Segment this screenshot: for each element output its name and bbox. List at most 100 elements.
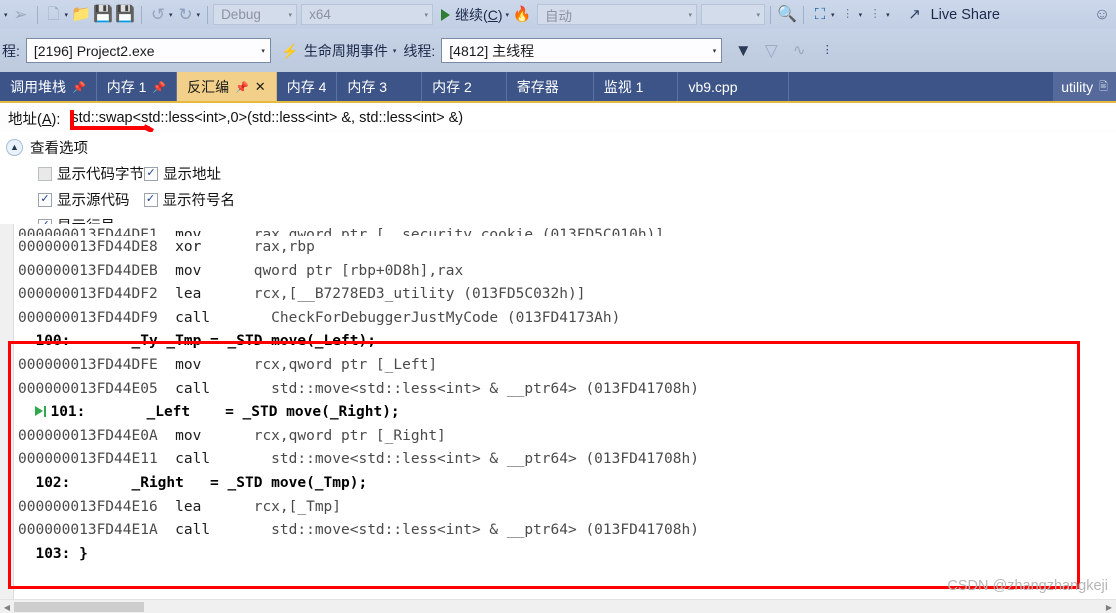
- search-folder-icon[interactable]: 🔍: [777, 4, 797, 26]
- scroll-left-arrow-icon[interactable]: ◀: [1, 602, 13, 612]
- checkbox-checked-icon[interactable]: ✓: [144, 166, 158, 181]
- redo-icon[interactable]: ↻: [176, 4, 196, 26]
- source-line[interactable]: 101: _Left = _STD move(_Right);: [14, 401, 1116, 425]
- tabstrip-underline: [0, 101, 1116, 103]
- save-all-icon[interactable]: 💾: [115, 4, 135, 26]
- new-item-caret-icon[interactable]: ▾: [65, 11, 69, 19]
- debug-target-combo[interactable]: 自动 ▾: [537, 4, 698, 25]
- source-line[interactable]: 102: _Right = _STD move(_Tmp);: [14, 472, 1116, 496]
- instruction-line[interactable]: 000000013FD44E0A mov rcx,qword ptr [_Rig…: [14, 425, 1116, 449]
- view-options-title: 查看选项: [30, 141, 88, 157]
- nav-back-caret-icon[interactable]: ▾: [4, 11, 8, 19]
- instruction-line[interactable]: 000000013FD44DE1 mov rax,qword ptr [__se…: [14, 224, 1116, 236]
- view-options-row-2: ✓ 显示源代码 ✓ 显示符号名: [0, 189, 1116, 210]
- window-layout-icon[interactable]: ⛶: [810, 4, 830, 26]
- instruction-line[interactable]: 000000013FD44E1A call std::move<std::les…: [14, 519, 1116, 543]
- disassembly-view[interactable]: 000000013FD44DE1 mov rax,qword ptr [__se…: [0, 224, 1116, 599]
- solution-platform-combo[interactable]: x64 ▾: [301, 4, 434, 25]
- tab-call-stack[interactable]: 调用堆栈 📌: [0, 72, 97, 102]
- process-combo[interactable]: [2196] Project2.exe ▾: [25, 38, 271, 63]
- continue-play-icon[interactable]: [441, 8, 451, 21]
- tab-memory-1[interactable]: 内存 1 📌: [97, 72, 178, 102]
- thread-combo[interactable]: [4812] 主线程 ▾: [441, 38, 723, 63]
- filter-icon[interactable]: ▼: [733, 40, 753, 62]
- breakpoint-gutter[interactable]: [0, 224, 14, 599]
- instruction-line[interactable]: 000000013FD44E11 call std::move<std::les…: [14, 448, 1116, 472]
- dock-icon[interactable]: ⋮: [838, 4, 858, 26]
- tab-watch-1[interactable]: 监视 1: [594, 72, 679, 102]
- address-input[interactable]: std::swap<std::less<int>,0>(std::less<in…: [66, 106, 1116, 130]
- pin-icon[interactable]: 📌: [72, 81, 86, 94]
- dock-caret-icon[interactable]: ▾: [859, 11, 863, 19]
- instruction-operands: rcx,[_Tmp]: [253, 498, 342, 515]
- checkbox-checked-icon[interactable]: ✓: [143, 192, 158, 207]
- flatten-view-icon[interactable]: ∿: [789, 40, 809, 62]
- filter-clear-icon[interactable]: ▽: [761, 40, 781, 62]
- lifecycle-events-label[interactable]: 生命周期事件: [304, 41, 388, 61]
- document-icon[interactable]: 🖹: [1099, 78, 1108, 97]
- layout-caret-icon[interactable]: ▾: [831, 11, 835, 19]
- continue-button[interactable]: 继续(C): [455, 5, 502, 25]
- address-label-prefix: 地址(: [8, 111, 42, 128]
- source-line[interactable]: 103: }: [14, 543, 1116, 567]
- nav-forward-icon[interactable]: ➢: [11, 4, 31, 26]
- redo-caret-icon[interactable]: ▾: [197, 11, 201, 19]
- scrollbar-thumb[interactable]: [14, 602, 144, 612]
- live-share-button[interactable]: Live Share: [931, 7, 1000, 23]
- chevron-up-icon[interactable]: ▲: [6, 139, 23, 156]
- lifecycle-caret-icon[interactable]: ▾: [393, 47, 397, 55]
- checkbox-checked-icon[interactable]: ✓: [38, 192, 52, 207]
- split-caret-icon[interactable]: ▾: [886, 11, 890, 19]
- close-icon[interactable]: ✕: [255, 79, 266, 95]
- instruction-line[interactable]: 000000013FD44DF9 call CheckForDebuggerJu…: [14, 307, 1116, 331]
- tab-label: 调用堆栈: [10, 79, 66, 95]
- option-show-code-bytes[interactable]: 显示代码字节: [38, 163, 144, 184]
- save-icon[interactable]: 💾: [93, 4, 113, 26]
- watermark: CSDN @zhangzhangkeji: [947, 578, 1108, 594]
- undo-icon[interactable]: ↺: [148, 4, 168, 26]
- view-options-panel: ▲ 查看选项 显示代码字节 ✓ 显示地址 ✓ 显示源代码 ✓ 显示符号名: [0, 132, 1116, 235]
- tab-disassembly[interactable]: 反汇编 📌 ✕: [177, 72, 277, 102]
- pin-icon[interactable]: 📌: [235, 81, 249, 94]
- solution-configuration-combo[interactable]: Debug ▾: [213, 4, 298, 25]
- scroll-right-arrow-icon[interactable]: ▶: [1103, 602, 1115, 612]
- continue-dropdown-caret-icon[interactable]: ▾: [506, 11, 510, 19]
- checkbox-unchecked-icon[interactable]: [38, 166, 52, 181]
- tab-memory-2[interactable]: 内存 2: [422, 72, 507, 102]
- option-show-source-code[interactable]: ✓ 显示源代码: [38, 189, 130, 210]
- pin-icon[interactable]: 📌: [152, 81, 166, 94]
- source-line[interactable]: 100: _Ty _Tmp = _STD move(_Left);: [14, 330, 1116, 354]
- instruction-line[interactable]: 000000013FD44E16 lea rcx,[_Tmp]: [14, 496, 1116, 520]
- tab-memory-4[interactable]: 内存 4: [277, 72, 338, 102]
- tab-label: 内存 2: [432, 79, 472, 95]
- extra-combo[interactable]: ▾: [701, 4, 766, 25]
- instruction-line[interactable]: 000000013FD44DEB mov qword ptr [rbp+0D8h…: [14, 260, 1116, 284]
- lifecycle-events-icon[interactable]: ⚡: [280, 40, 300, 62]
- columns-icon[interactable]: ⋮: [817, 40, 837, 62]
- disassembly-lines[interactable]: 000000013FD44DE1 mov rax,qword ptr [__se…: [14, 224, 1116, 599]
- new-item-icon[interactable]: 🗋: [44, 4, 64, 26]
- split-icon[interactable]: ⋮: [865, 4, 885, 26]
- option-show-symbol-names[interactable]: ✓ 显示符号名: [143, 189, 235, 210]
- option-show-address[interactable]: ✓ 显示地址: [144, 163, 221, 184]
- chevron-down-icon: ▾: [712, 47, 717, 55]
- live-share-icon[interactable]: ↗: [905, 4, 925, 26]
- hot-reload-icon[interactable]: 🔥: [512, 4, 532, 26]
- tab-memory-3[interactable]: 内存 3: [337, 72, 423, 102]
- instruction-operands: std::move<std::less<int> & __ptr64> (013…: [253, 451, 699, 468]
- instruction-line[interactable]: 000000013FD44DF2 lea rcx,[__B7278ED3_uti…: [14, 283, 1116, 307]
- tab-utility[interactable]: utility 🖹: [1053, 72, 1116, 102]
- undo-caret-icon[interactable]: ▾: [169, 11, 173, 19]
- view-options-header[interactable]: ▲ 查看选项: [0, 132, 1116, 158]
- instruction-line[interactable]: 000000013FD44DFE mov rcx,qword ptr [_Lef…: [14, 354, 1116, 378]
- horizontal-scrollbar[interactable]: ◀ ▶: [0, 599, 1116, 613]
- source-line-text: 102: _Right = _STD move(_Tmp);: [18, 474, 368, 491]
- open-folder-icon[interactable]: 📁: [71, 4, 91, 26]
- address-highlight-underline: [72, 126, 150, 130]
- toolbar-separator-4: [770, 5, 772, 24]
- instruction-line[interactable]: 000000013FD44DE8 xor rax,rbp: [14, 236, 1116, 260]
- account-icon[interactable]: ☺: [1092, 4, 1112, 26]
- tab-vb9-cpp[interactable]: vb9.cpp: [678, 72, 789, 102]
- tab-registers[interactable]: 寄存器: [507, 72, 594, 102]
- instruction-line[interactable]: 000000013FD44E05 call std::move<std::les…: [14, 378, 1116, 402]
